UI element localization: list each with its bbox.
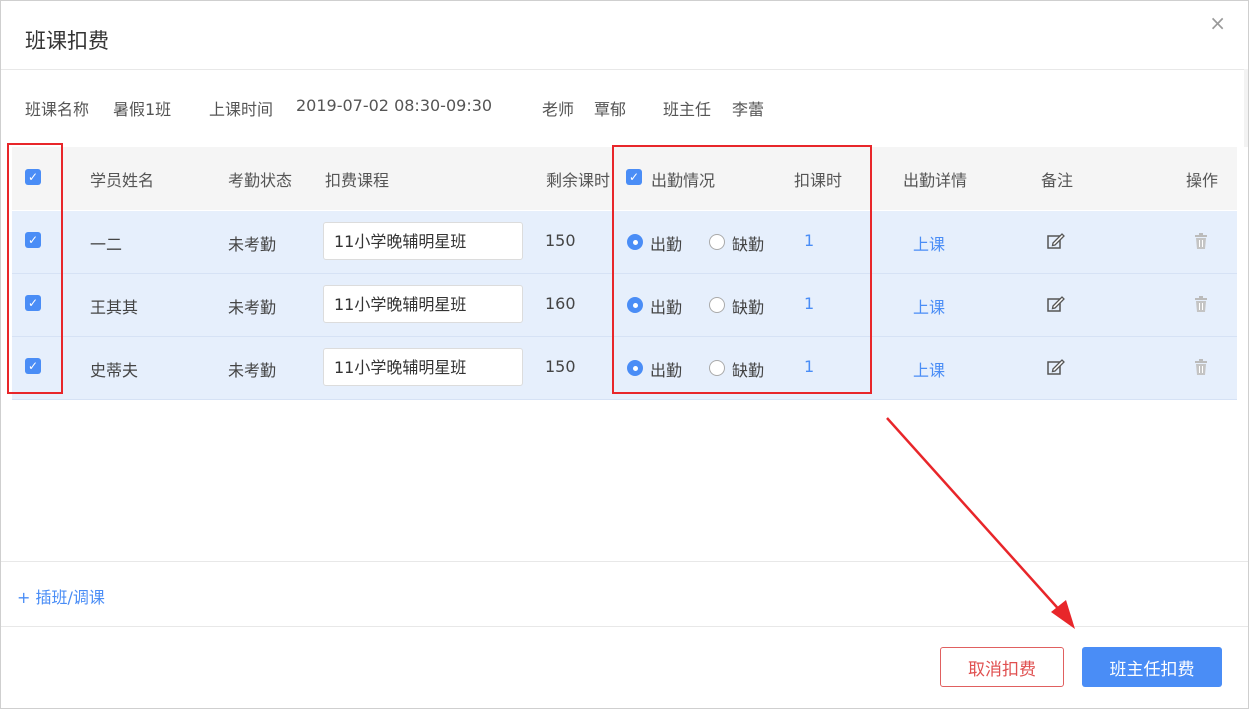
annotation-arrow xyxy=(886,417,1075,629)
